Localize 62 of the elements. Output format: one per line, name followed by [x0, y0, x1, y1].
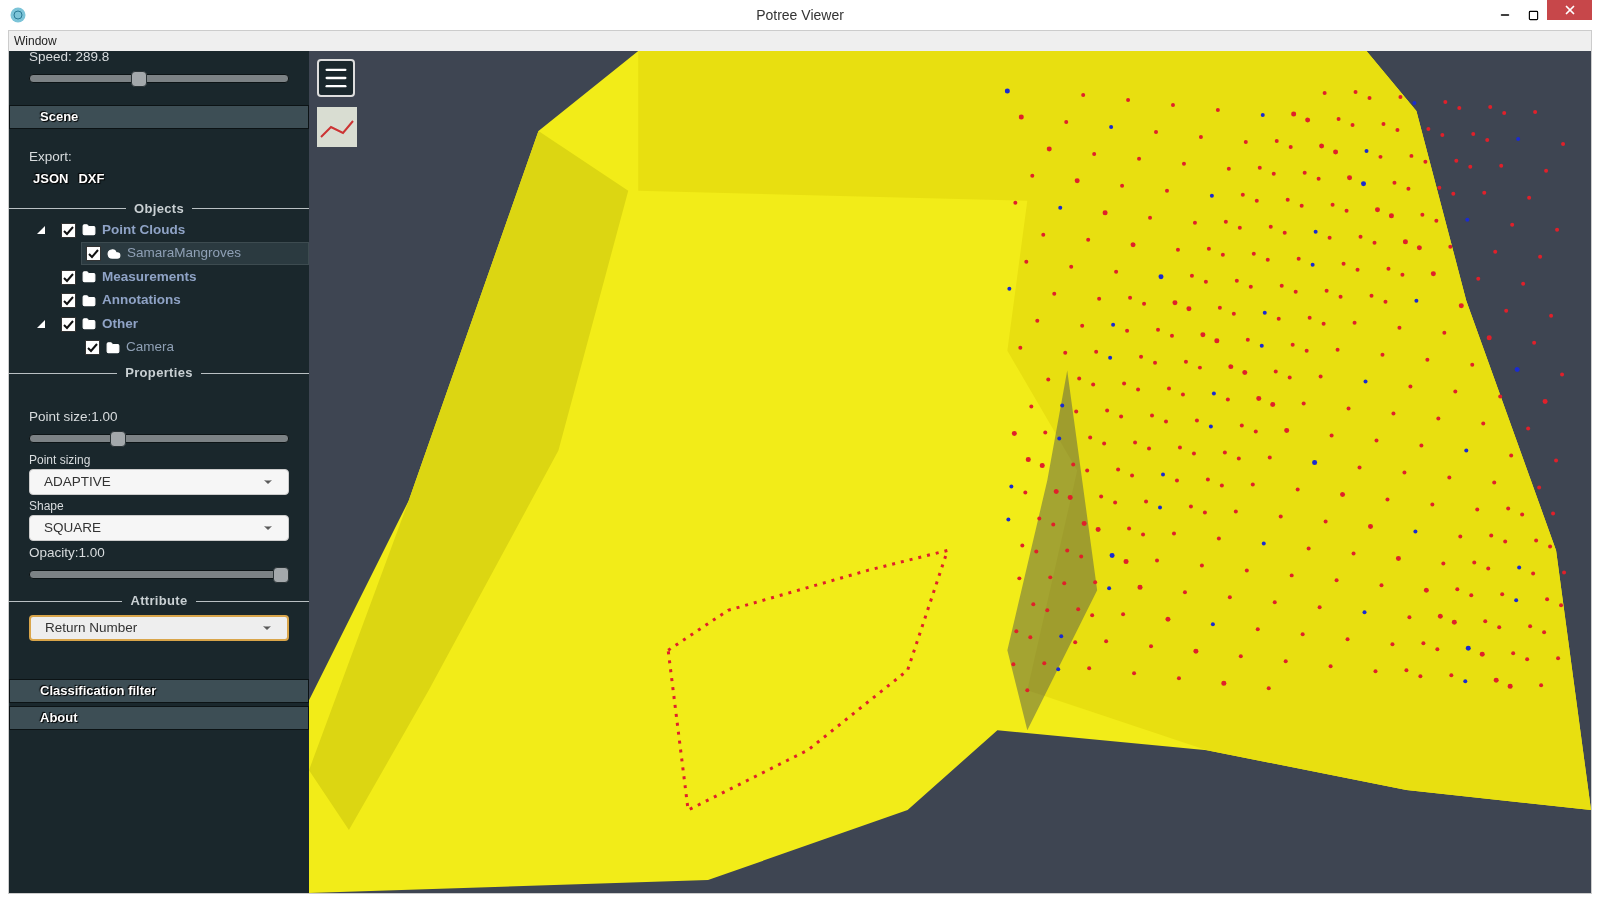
- point-cloud-drawing[interactable]: [309, 51, 1591, 893]
- checkbox[interactable]: [61, 293, 76, 308]
- tree-item-label: Other: [102, 314, 138, 333]
- menu-button[interactable]: [317, 59, 355, 97]
- checkbox[interactable]: [61, 269, 76, 285]
- folder-icon: [82, 223, 96, 237]
- map-thumbnail[interactable]: [317, 107, 357, 147]
- app-logo-icon: [10, 7, 26, 23]
- dropdown[interactable]: Return Number: [29, 614, 289, 641]
- folder-icon: [106, 340, 120, 355]
- tree-item-label: Point Clouds: [102, 220, 186, 239]
- folder-icon: [82, 317, 96, 331]
- expanded-triangle-icon[interactable]: [37, 320, 45, 328]
- export-label: Export:: [28, 148, 73, 166]
- slider[interactable]: [29, 567, 289, 582]
- menu-item[interactable]: Window: [14, 32, 57, 50]
- tree-item[interactable]: Point Clouds: [57, 218, 309, 242]
- tree-item-label: Measurements: [102, 267, 197, 286]
- export-link[interactable]: JSON: [33, 169, 69, 189]
- folder-icon: [82, 293, 96, 308]
- window-title: Potree Viewer: [756, 5, 844, 25]
- check-icon: [87, 342, 98, 353]
- check-icon: [63, 271, 74, 283]
- export-link[interactable]: DXF: [78, 169, 105, 189]
- tree-item[interactable]: Camera: [81, 335, 309, 360]
- checkbox[interactable]: [85, 340, 100, 355]
- check-icon: [63, 295, 74, 306]
- slider-thumb[interactable]: [109, 431, 126, 447]
- check-icon: [63, 318, 74, 330]
- check-icon: [63, 224, 74, 236]
- expanded-triangle-icon[interactable]: [37, 226, 45, 234]
- slider-label: Speed: 289.8: [28, 51, 111, 63]
- section-header[interactable]: Scene: [9, 105, 309, 129]
- slider[interactable]: [29, 71, 289, 85]
- slider-thumb[interactable]: [273, 567, 289, 584]
- field-label: Point sizing: [28, 452, 92, 469]
- tree-item[interactable]: Measurements: [57, 265, 309, 289]
- slider-label: Point size:1.00: [28, 407, 119, 426]
- tree-item[interactable]: Other: [57, 312, 309, 336]
- slider[interactable]: [29, 431, 289, 445]
- check-icon: [88, 248, 99, 259]
- folder-icon: [82, 270, 96, 284]
- dropdown[interactable]: SQUARE: [29, 515, 289, 541]
- tree-item[interactable]: Annotations: [57, 288, 309, 313]
- slider-label: Opacity:1.00: [28, 544, 106, 562]
- checkbox[interactable]: [61, 222, 76, 238]
- section-header[interactable]: Classification filter: [9, 678, 309, 703]
- section-header[interactable]: About: [9, 705, 309, 730]
- slider-thumb[interactable]: [131, 71, 148, 87]
- section-title: Objects: [134, 199, 184, 218]
- cloud-icon: [107, 246, 121, 261]
- section-title: Attribute: [130, 592, 188, 611]
- tree-item[interactable]: SamaraMangroves: [81, 241, 309, 266]
- field-label: Shape: [28, 498, 65, 515]
- tree-item-label: SamaraMangroves: [127, 244, 242, 263]
- section-title: Properties: [125, 364, 193, 383]
- checkbox[interactable]: [86, 246, 101, 261]
- tree-item-label: Annotations: [102, 291, 181, 310]
- maximize-icon: [1527, 9, 1539, 21]
- tree-item-label: Camera: [126, 338, 174, 357]
- checkbox[interactable]: [61, 316, 76, 332]
- dropdown[interactable]: ADAPTIVE: [29, 469, 289, 495]
